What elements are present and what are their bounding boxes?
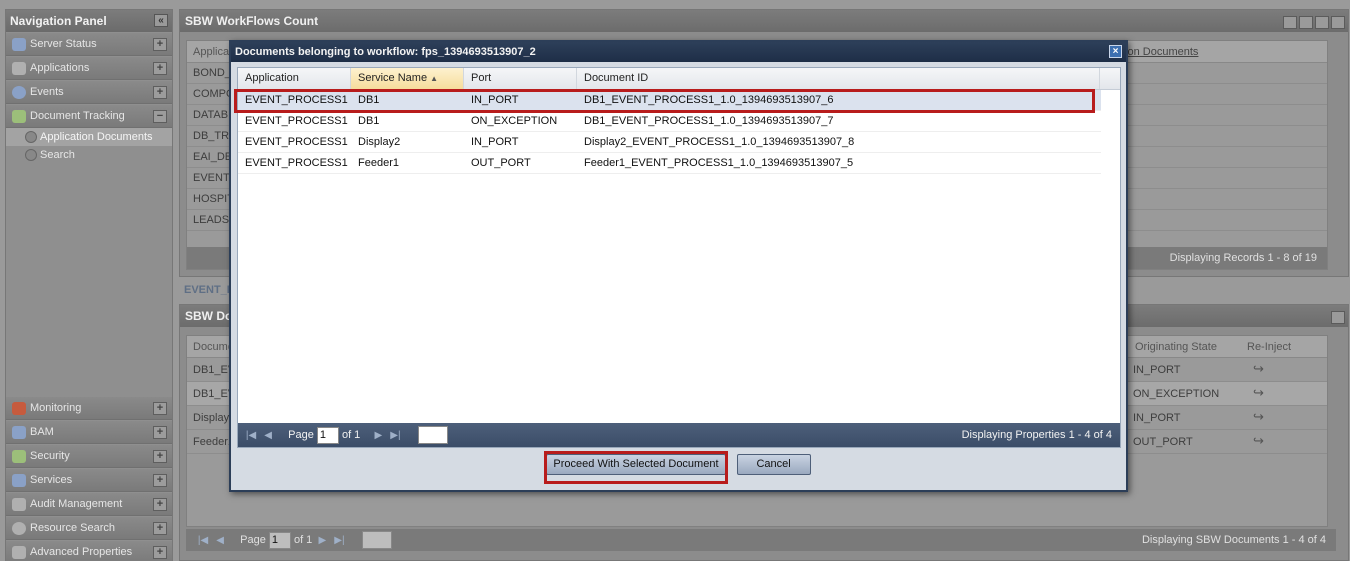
table-row[interactable]: EVENT_PROCESS1 DB1 ON_EXCEPTION DB1_EVEN…	[238, 111, 1101, 132]
documents-grid: Application Service Name ▲ Port Document …	[237, 67, 1121, 448]
expand-icon[interactable]: +	[153, 474, 167, 487]
application-documents-column[interactable]: tion Documents	[1122, 41, 1198, 63]
security-icon	[12, 450, 26, 463]
bam-icon	[12, 426, 26, 439]
close-icon[interactable]: ×	[1109, 45, 1122, 58]
clock-icon	[25, 149, 37, 161]
nav-sub-search[interactable]: Search	[6, 146, 172, 164]
document-tracking-icon	[12, 110, 26, 123]
page-number-input[interactable]: 1	[316, 426, 339, 444]
expand-icon[interactable]: +	[153, 522, 167, 535]
nav-item-security[interactable]: Security +	[6, 445, 172, 468]
expand-icon[interactable]: +	[153, 546, 167, 559]
prev-page-icon[interactable]: ◀	[261, 424, 275, 448]
page-number-input[interactable]: 1	[268, 531, 291, 549]
applications-icon	[12, 62, 26, 75]
server-status-icon	[12, 38, 26, 51]
sort-ascending-icon: ▲	[430, 74, 438, 83]
nav-item-advanced-properties[interactable]: Advanced Properties +	[6, 541, 172, 561]
expand-icon[interactable]: +	[153, 38, 167, 51]
chevron-down-icon[interactable]	[1299, 16, 1313, 29]
minimize-icon[interactable]	[1331, 311, 1345, 324]
monitoring-icon	[12, 402, 26, 415]
next-page-icon[interactable]: ▶	[315, 530, 329, 552]
nav-item-bam[interactable]: BAM +	[6, 421, 172, 444]
grid-pager: |◀ ◀ Page 1 of 1 ▶ ▶| Displaying Propert…	[238, 423, 1120, 447]
nav-sub-application-documents[interactable]: Application Documents	[6, 128, 172, 146]
services-icon	[12, 474, 26, 487]
panel-tools	[1329, 309, 1345, 331]
last-page-icon[interactable]: ▶|	[388, 424, 402, 448]
advanced-properties-icon	[12, 546, 26, 559]
expand-icon[interactable]: +	[153, 450, 167, 463]
nav-spacer	[6, 164, 172, 396]
gear-icon[interactable]	[1315, 16, 1329, 29]
column-port[interactable]: Port	[464, 68, 577, 89]
re-inject-header: Re-Inject	[1247, 341, 1292, 353]
cancel-button[interactable]: Cancel	[736, 454, 811, 475]
re-inject-icon[interactable]: ↪	[1253, 410, 1267, 423]
navigation-panel-title: Navigation Panel «	[6, 10, 172, 32]
prev-page-icon[interactable]: ◀	[213, 530, 227, 552]
page-size-input[interactable]	[361, 531, 392, 550]
next-page-icon[interactable]: ▶	[371, 424, 385, 448]
panel-header: SBW WorkFlows Count	[180, 10, 1348, 32]
nav-item-events[interactable]: Events +	[6, 81, 172, 104]
column-service-name[interactable]: Service Name ▲	[351, 68, 464, 89]
expand-icon[interactable]: +	[153, 62, 167, 75]
expand-icon[interactable]: +	[153, 402, 167, 415]
collapse-section-icon[interactable]: −	[153, 110, 167, 123]
clock-icon	[25, 131, 37, 143]
collapse-icon[interactable]: «	[154, 14, 168, 27]
highlight-selected-row	[234, 89, 1095, 113]
page-size-input[interactable]	[417, 426, 448, 445]
audit-management-icon	[12, 498, 26, 511]
breadcrumb: EVENT_P	[184, 284, 235, 296]
first-page-icon[interactable]: |◀	[196, 530, 210, 552]
nav-item-applications[interactable]: Applications +	[6, 57, 172, 80]
nav-item-document-tracking[interactable]: Document Tracking −	[6, 105, 172, 128]
nav-item-monitoring[interactable]: Monitoring +	[6, 397, 172, 420]
minimize-icon[interactable]	[1283, 16, 1297, 29]
navigation-panel: Navigation Panel « Server Status + Appli…	[5, 9, 173, 561]
table-row[interactable]: EVENT_PROCESS1 Display2 IN_PORT Display2…	[238, 132, 1101, 153]
column-application[interactable]: Application	[238, 68, 351, 89]
nav-item-services[interactable]: Services +	[6, 469, 172, 492]
expand-icon[interactable]: +	[153, 86, 167, 99]
grid-header: Application Service Name ▲ Port Document …	[238, 68, 1120, 90]
resource-search-icon	[12, 522, 26, 535]
column-document-id[interactable]: Document ID	[577, 68, 1100, 89]
panel-tools	[1281, 14, 1345, 36]
table-row[interactable]: EVENT_PROCESS1 Feeder1 OUT_PORT Feeder1_…	[238, 153, 1101, 174]
re-inject-icon[interactable]: ↪	[1253, 434, 1267, 447]
first-page-icon[interactable]: |◀	[244, 424, 258, 448]
dialog-title-bar: Documents belonging to workflow: fps_139…	[231, 42, 1126, 62]
nav-item-server-status[interactable]: Server Status +	[6, 33, 172, 56]
search-icon[interactable]	[1331, 16, 1345, 29]
grid-pager: |◀ ◀ Page 1 of 1 ▶ ▶| Displaying SBW Doc…	[186, 529, 1336, 551]
expand-icon[interactable]: +	[153, 498, 167, 511]
nav-item-resource-search[interactable]: Resource Search +	[6, 517, 172, 540]
pager-status: Displaying Properties 1 - 4 of 4	[961, 429, 1112, 441]
re-inject-icon[interactable]: ↪	[1253, 386, 1267, 399]
nav-item-audit-management[interactable]: Audit Management +	[6, 493, 172, 516]
info-icon	[12, 86, 26, 99]
highlight-proceed-button	[544, 451, 728, 484]
originating-state-header: Originating State	[1135, 341, 1217, 353]
re-inject-icon[interactable]: ↪	[1253, 362, 1267, 375]
expand-icon[interactable]: +	[153, 426, 167, 439]
last-page-icon[interactable]: ▶|	[332, 530, 346, 552]
